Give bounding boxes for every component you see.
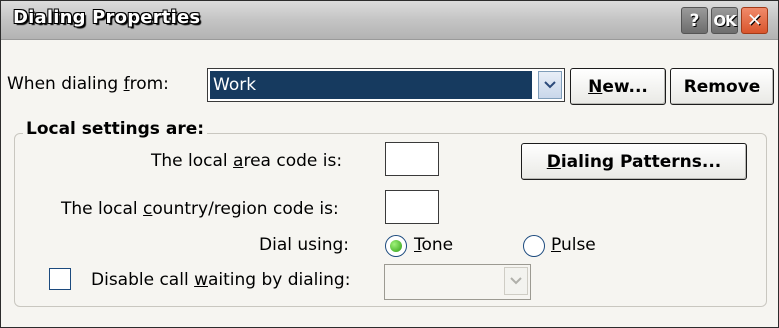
dialing-from-select[interactable]: Work <box>207 68 565 102</box>
pulse-label[interactable]: Pulse <box>551 235 596 255</box>
pulse-radio[interactable] <box>523 235 545 257</box>
local-settings-heading: Local settings are: <box>23 119 208 139</box>
disable-call-waiting-checkbox[interactable] <box>49 268 71 290</box>
title-bar: Dialing Properties ? OK ✕ <box>1 1 778 40</box>
close-icon: ✕ <box>746 10 763 31</box>
ok-button[interactable]: OK <box>711 7 738 34</box>
chevron-down-icon <box>544 81 556 89</box>
help-icon: ? <box>689 10 700 31</box>
dial-using-label: Dial using: <box>259 235 350 255</box>
disable-call-waiting-label[interactable]: Disable call waiting by dialing: <box>91 270 350 290</box>
chevron-down-icon <box>510 277 522 285</box>
country-code-input[interactable] <box>385 190 439 224</box>
ok-label: OK <box>713 11 736 30</box>
country-code-label: The local country/region code is: <box>61 199 339 219</box>
dialog-window: Dialing Properties ? OK ✕ When dialing f… <box>0 0 779 328</box>
close-button[interactable]: ✕ <box>741 7 768 34</box>
remove-location-button[interactable]: Remove <box>670 68 774 105</box>
window-title: Dialing Properties <box>13 7 201 28</box>
new-location-button[interactable]: New... <box>570 68 666 105</box>
help-button[interactable]: ? <box>681 7 708 34</box>
dialing-patterns-button[interactable]: Dialing Patterns... <box>521 143 747 180</box>
dropdown-button[interactable] <box>504 267 528 295</box>
dialing-from-value: Work <box>210 71 532 99</box>
tone-radio[interactable] <box>385 235 407 257</box>
area-code-input[interactable] <box>385 142 439 176</box>
radio-selected-dot <box>390 240 402 252</box>
area-code-label: The local area code is: <box>151 151 343 171</box>
dropdown-button[interactable] <box>538 71 562 99</box>
dialing-from-label: When dialing from: <box>7 74 169 94</box>
tone-label[interactable]: Tone <box>414 235 453 255</box>
call-waiting-code-select[interactable] <box>384 264 531 300</box>
